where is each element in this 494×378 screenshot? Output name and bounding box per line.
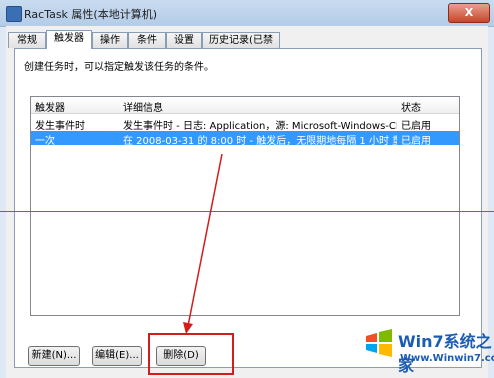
watermark: Win7系统之家 Www.Winwin7.com bbox=[360, 318, 494, 378]
watermark-url: Www.Winwin7.com bbox=[400, 353, 494, 364]
watermark-brand: Win7系统之家 bbox=[398, 332, 492, 375]
tab-triggers[interactable]: 触发器 bbox=[46, 30, 92, 49]
windows-logo-icon bbox=[366, 329, 392, 357]
